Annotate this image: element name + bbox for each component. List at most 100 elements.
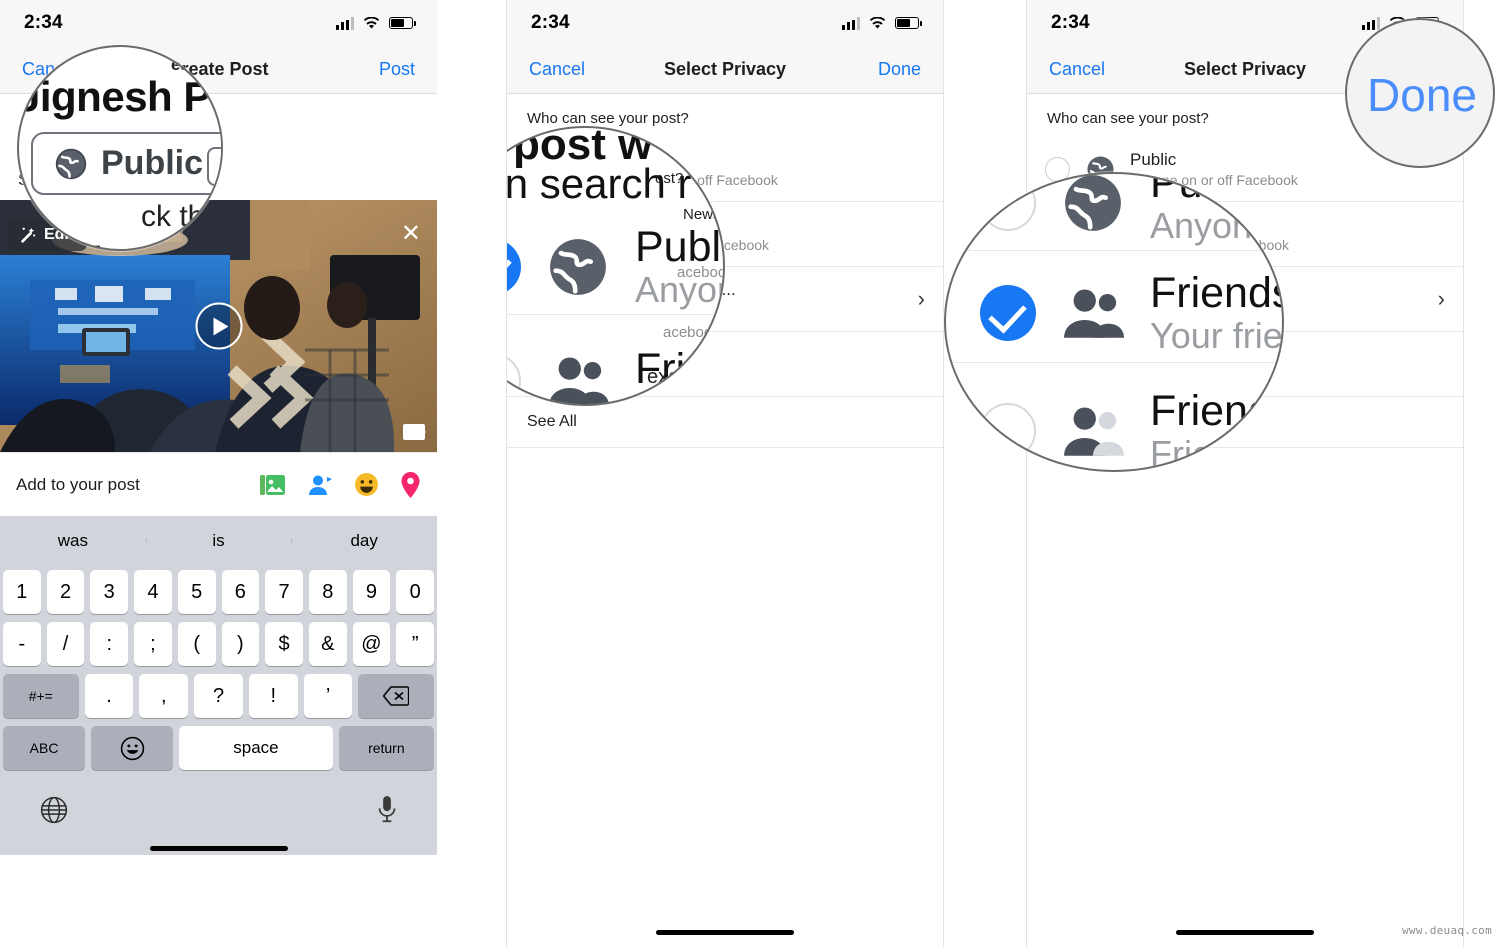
lens-option-friends[interactable]: Friends Your friends [980, 270, 1282, 357]
key-symbols-toggle[interactable]: #+= [3, 674, 79, 718]
lens-privacy-chip-label: Public [101, 144, 204, 182]
location-icon[interactable] [400, 471, 421, 498]
emoji-icon[interactable] [91, 726, 174, 770]
lens-option-title: Public [1150, 172, 1268, 207]
key-semicolon[interactable]: ; [134, 622, 172, 666]
key-paren-close[interactable]: ) [221, 622, 260, 666]
lens-option-subtitle: Anyone o [1150, 205, 1282, 247]
globe-icon [550, 239, 606, 296]
radio-unselected-icon[interactable] [980, 403, 1036, 460]
globe-icon [55, 148, 87, 179]
lens-divider [946, 362, 1282, 363]
play-icon[interactable] [195, 302, 242, 350]
key-return[interactable]: return [338, 726, 435, 770]
tag-people-icon[interactable] [307, 473, 333, 497]
lens-cut-text-left: S [19, 200, 40, 233]
keyboard-row-symbols: - / : ; ( ) $ & @ ” [0, 618, 437, 670]
keyboard-row-bottom: ABC space return [0, 722, 437, 774]
phone-screen-select-privacy-public: 2:34 Cancel Select Privacy Done Who can … [506, 0, 944, 947]
key-5[interactable]: 5 [177, 570, 216, 614]
microphone-icon[interactable] [377, 795, 397, 825]
key-at[interactable]: @ [352, 622, 391, 666]
magnifier-lens-privacy-chip: Ca eate Post Jignesh Pad Public m [17, 45, 223, 251]
lens-option-text: Public Anyone o [1150, 172, 1282, 247]
lens-cut-album: m [207, 147, 221, 186]
radio-unselected-icon[interactable] [507, 352, 521, 404]
lens-privacy-chip[interactable]: Public [31, 132, 221, 195]
status-bar: 2:34 [507, 0, 943, 46]
lens-cut-except: except... [647, 366, 723, 388]
key-0[interactable]: 0 [396, 570, 435, 614]
status-bar-clock: 2:34 [24, 12, 63, 33]
lens-cut-facebook: acebook [677, 264, 723, 281]
key-ampersand[interactable]: & [308, 622, 347, 666]
lens-divider [946, 250, 1282, 251]
backspace-glyph [383, 686, 410, 706]
done-button[interactable]: Done [878, 59, 921, 80]
key-2[interactable]: 2 [46, 570, 85, 614]
status-bar-clock: 2:34 [1051, 12, 1090, 33]
status-bar-icons [336, 16, 416, 30]
key-comma[interactable]: , [139, 674, 189, 718]
key-question[interactable]: ? [194, 674, 243, 718]
status-bar: 2:34 [0, 0, 437, 46]
cancel-button[interactable]: Cancel [529, 59, 585, 80]
key-exclaim[interactable]: ! [248, 674, 298, 718]
post-button[interactable]: Post [379, 59, 415, 80]
wifi-icon [363, 16, 380, 29]
lens-cut-text-right: ck the Stage... [141, 200, 222, 233]
radio-selected-icon[interactable] [980, 285, 1036, 342]
key-dollar[interactable]: $ [265, 622, 303, 666]
lens-option-text: Friends Your friends [1150, 270, 1282, 357]
prediction-2[interactable]: day [291, 531, 437, 551]
option-title: Public [1130, 150, 1177, 169]
key-4[interactable]: 4 [134, 570, 172, 614]
add-to-your-post-label: Add to your post [16, 474, 140, 494]
key-6[interactable]: 6 [221, 570, 260, 614]
key-abc-toggle[interactable]: ABC [3, 726, 86, 770]
on-screen-keyboard: was is day 1 2 3 4 5 6 7 8 9 0 - / : ; (… [0, 516, 437, 855]
key-space[interactable]: space [179, 726, 333, 770]
key-paren-open[interactable]: ( [177, 622, 216, 666]
video-camera-icon [403, 424, 426, 440]
lens-done-label[interactable]: Done [1367, 68, 1477, 122]
key-apostrophe[interactable]: ’ [303, 674, 353, 718]
cancel-button[interactable]: Cancel [1049, 59, 1105, 80]
magnifier-lens-public-option: post w nd in search r ost? News Feed, on… [507, 126, 725, 406]
home-indicator [149, 846, 288, 851]
wifi-icon [869, 16, 886, 29]
key-8[interactable]: 8 [308, 570, 347, 614]
key-3[interactable]: 3 [90, 570, 129, 614]
key-quote[interactable]: ” [396, 622, 435, 666]
magnifier-lens-done-button: Done [1345, 18, 1495, 168]
key-1[interactable]: 1 [2, 570, 41, 614]
key-colon[interactable]: : [90, 622, 129, 666]
friends-except-icon [1064, 407, 1124, 457]
close-icon[interactable]: ✕ [401, 222, 421, 246]
key-hyphen[interactable]: - [2, 622, 41, 666]
add-to-your-post-row[interactable]: Add to your post [0, 452, 437, 516]
prediction-0[interactable]: was [0, 531, 146, 551]
chevron-right-icon[interactable]: › [918, 286, 925, 312]
feeling-icon[interactable] [354, 472, 379, 497]
keyboard-bottom-bar [0, 774, 437, 846]
delete-icon[interactable] [358, 674, 435, 718]
signal-bars-icon [336, 16, 354, 30]
chevron-right-icon[interactable]: › [1438, 286, 1445, 312]
globe-keyboard-icon[interactable] [40, 796, 68, 824]
photo-icon[interactable] [260, 473, 286, 497]
lens-option-public[interactable]: Public Anyone o [980, 172, 1282, 247]
radio-selected-icon[interactable] [507, 239, 521, 296]
radio-unselected-icon[interactable] [980, 175, 1036, 232]
key-period[interactable]: . [84, 674, 134, 718]
battery-icon [895, 17, 922, 29]
signal-bars-icon [842, 16, 860, 30]
home-indicator [656, 930, 794, 935]
key-7[interactable]: 7 [265, 570, 303, 614]
lens-option-friends-except[interactable]: Friends e Friend [980, 388, 1282, 470]
friends-icon [549, 357, 609, 404]
key-slash[interactable]: / [46, 622, 85, 666]
home-indicator [1176, 930, 1314, 935]
key-9[interactable]: 9 [352, 570, 391, 614]
prediction-1[interactable]: is [145, 531, 292, 551]
